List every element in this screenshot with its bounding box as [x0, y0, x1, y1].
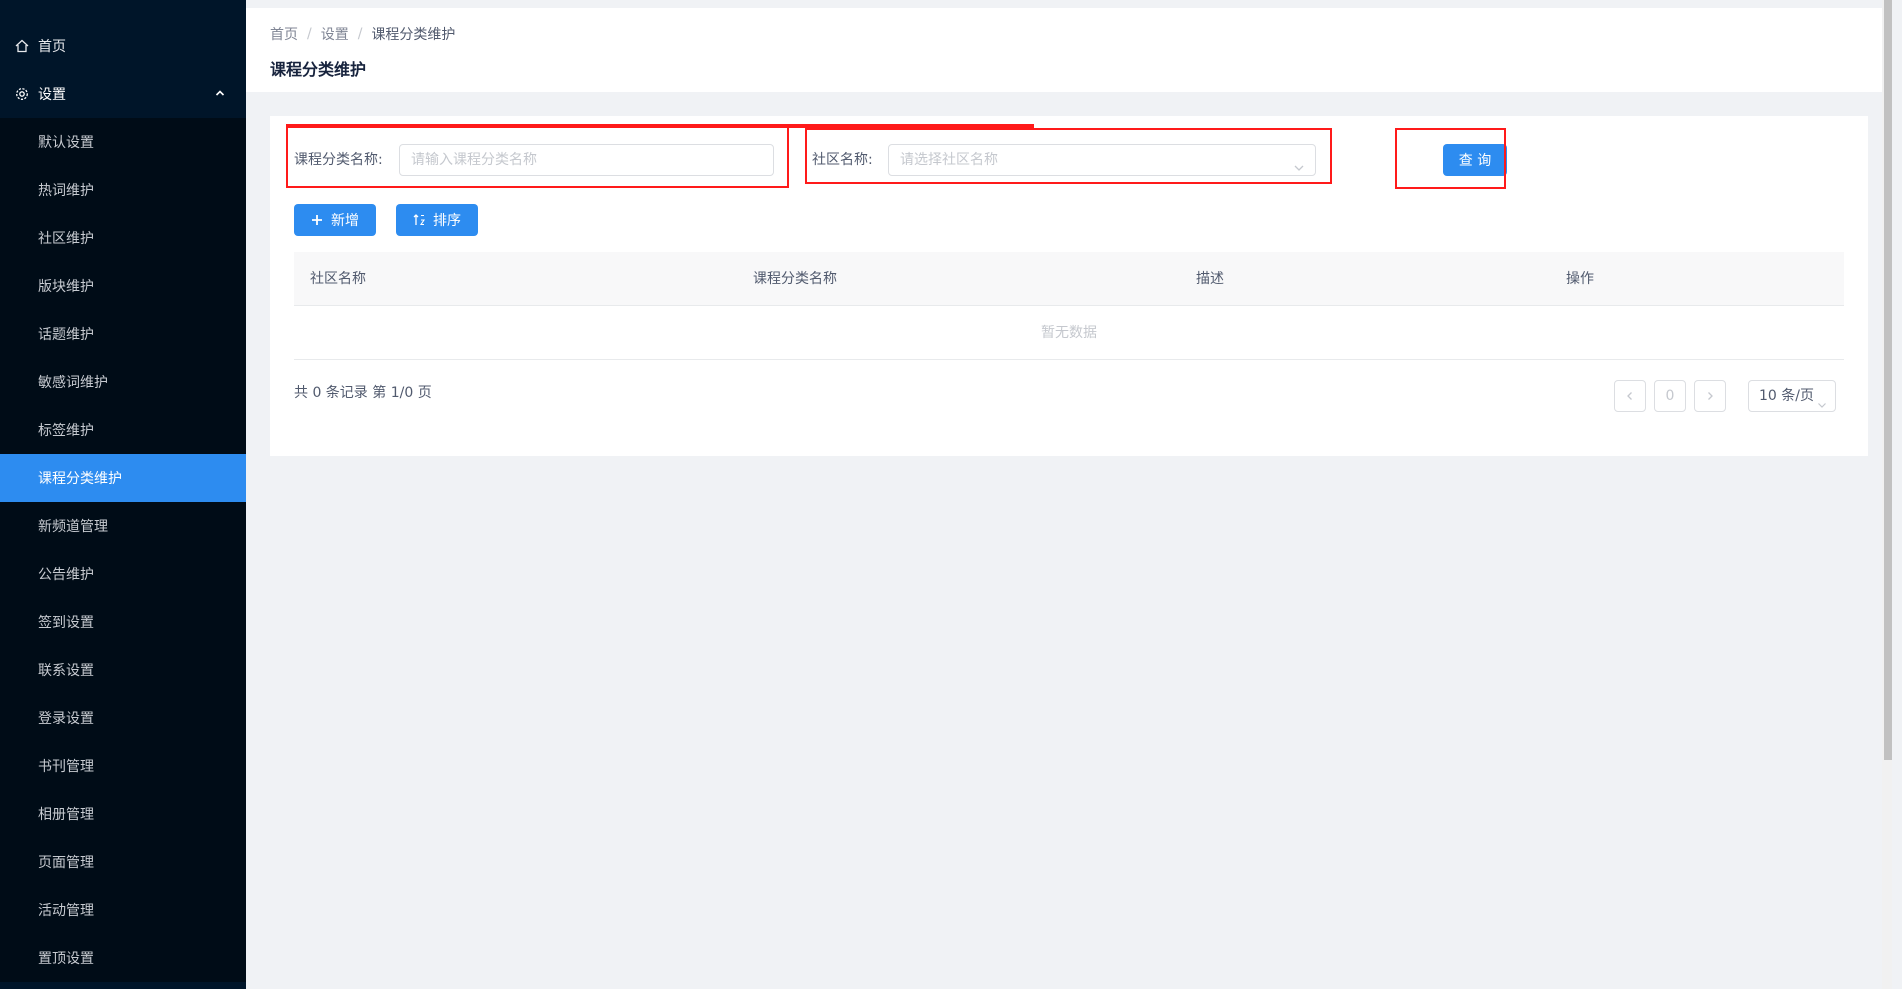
sort-button-label: 排序: [433, 213, 461, 229]
sidebar-item-hot-words[interactable]: 热词维护: [0, 166, 246, 214]
column-category-name: 课程分类名称: [753, 271, 837, 287]
category-name-label: 课程分类名称:: [294, 152, 383, 168]
sidebar: 首页 设置 默认设置 热词维护 社区维护 版块维护 话题维护 敏感词维护 标签维…: [0, 0, 246, 989]
sidebar-item-label: 书刊管理: [38, 759, 94, 775]
column-community-name: 社区名称: [310, 271, 366, 287]
sidebar-item-topic[interactable]: 话题维护: [0, 310, 246, 358]
chevron-down-icon: [1817, 391, 1827, 408]
pagination: 0: [1614, 380, 1734, 412]
sidebar-group-label: 设置: [38, 87, 66, 103]
sort-icon: [413, 214, 425, 226]
sidebar-item-label: 新频道管理: [38, 519, 108, 535]
sidebar-item-label: 登录设置: [38, 711, 94, 727]
sidebar-item-activities[interactable]: 活动管理: [0, 886, 246, 934]
breadcrumb-separator: /: [307, 26, 312, 42]
sidebar-item-contact[interactable]: 联系设置: [0, 646, 246, 694]
breadcrumb: 首页 / 设置 / 课程分类维护: [270, 24, 455, 44]
sidebar-item-label: 置顶设置: [38, 951, 94, 967]
sidebar-item-label: 版块维护: [38, 279, 94, 295]
category-table: 社区名称 课程分类名称 描述 操作 暂无数据: [294, 252, 1844, 360]
plus-icon: [311, 214, 323, 226]
sidebar-item-announcement[interactable]: 公告维护: [0, 550, 246, 598]
table-header: 社区名称 课程分类名称 描述 操作: [294, 252, 1844, 306]
gear-icon: [14, 86, 30, 102]
sidebar-item-default-settings[interactable]: 默认设置: [0, 118, 246, 166]
community-name-placeholder: 请选择社区名称: [900, 152, 998, 168]
sidebar-item-label: 签到设置: [38, 615, 94, 631]
sidebar-item-community[interactable]: 社区维护: [0, 214, 246, 262]
breadcrumb-current: 课程分类维护: [371, 27, 456, 43]
sidebar-item-albums[interactable]: 相册管理: [0, 790, 246, 838]
chevron-left-icon: [1627, 392, 1632, 400]
sidebar-item-label: 活动管理: [38, 903, 94, 919]
sidebar-item-label: 首页: [38, 39, 66, 55]
add-button-label: 新增: [331, 213, 359, 229]
page-title: 课程分类维护: [270, 60, 367, 79]
current-page-button[interactable]: 0: [1654, 380, 1686, 412]
sidebar-item-label: 联系设置: [38, 663, 94, 679]
sidebar-item-label: 热词维护: [38, 183, 94, 199]
chevron-up-icon: [214, 87, 228, 101]
sidebar-item-books[interactable]: 书刊管理: [0, 742, 246, 790]
home-icon: [14, 38, 30, 54]
sidebar-item-new-channel[interactable]: 新频道管理: [0, 502, 246, 550]
page-size-value: 10 条/页: [1759, 388, 1814, 404]
sidebar-item-label: 敏感词维护: [38, 375, 108, 391]
page-header: 首页 / 设置 / 课程分类维护 课程分类维护: [246, 8, 1892, 92]
sidebar-item-label: 社区维护: [38, 231, 94, 247]
chevron-right-icon: [1708, 392, 1713, 400]
sidebar-item-home[interactable]: 首页: [0, 22, 246, 70]
sidebar-item-label: 默认设置: [38, 135, 94, 151]
scrollbar-thumb[interactable]: [1884, 0, 1892, 760]
sidebar-item-label: 标签维护: [38, 423, 94, 439]
column-description: 描述: [1196, 271, 1224, 287]
filter-form: 课程分类名称: 请输入课程分类名称 社区名称: 请选择社区名称 查 询: [294, 144, 1854, 176]
current-page-number: 0: [1665, 388, 1675, 404]
sidebar-item-tags[interactable]: 标签维护: [0, 406, 246, 454]
sidebar-item-login[interactable]: 登录设置: [0, 694, 246, 742]
community-name-select[interactable]: 请选择社区名称: [888, 144, 1316, 176]
pagination-summary: 共 0 条记录 第 1/0 页: [294, 385, 432, 401]
sidebar-item-checkin[interactable]: 签到设置: [0, 598, 246, 646]
add-button[interactable]: 新增: [294, 204, 376, 236]
empty-text: 暂无数据: [1041, 325, 1097, 341]
sidebar-item-label: 课程分类维护: [38, 471, 122, 487]
chevron-down-icon: [1293, 155, 1305, 171]
sidebar-item-pages[interactable]: 页面管理: [0, 838, 246, 886]
breadcrumb-separator: /: [357, 26, 363, 42]
sidebar-item-pinned[interactable]: 置顶设置: [0, 934, 246, 982]
breadcrumb-home[interactable]: 首页: [270, 24, 298, 44]
next-page-button[interactable]: [1694, 380, 1726, 412]
query-button[interactable]: 查 询: [1443, 144, 1507, 176]
sidebar-item-label: 相册管理: [38, 807, 94, 823]
breadcrumb-settings[interactable]: 设置: [321, 24, 349, 44]
category-name-placeholder: 请输入课程分类名称: [411, 152, 537, 168]
sidebar-item-label: 话题维护: [38, 327, 94, 343]
community-name-label: 社区名称:: [812, 152, 873, 168]
sidebar-submenu: 默认设置 热词维护 社区维护 版块维护 话题维护 敏感词维护 标签维护 课程分类…: [0, 118, 246, 982]
sort-button[interactable]: 排序: [396, 204, 478, 236]
sidebar-item-label: 公告维护: [38, 567, 94, 583]
sidebar-item-label: 页面管理: [38, 855, 94, 871]
sidebar-item-course-category[interactable]: 课程分类维护: [0, 454, 246, 502]
page-size-select[interactable]: 10 条/页: [1748, 380, 1836, 412]
query-button-label: 查 询: [1458, 153, 1492, 169]
column-actions: 操作: [1566, 271, 1594, 287]
main-content: 首页 / 设置 / 课程分类维护 课程分类维护 课程分类名称: 请输入课程分类名…: [246, 0, 1892, 989]
sidebar-group-settings[interactable]: 设置: [0, 70, 246, 118]
prev-page-button[interactable]: [1614, 380, 1646, 412]
content-card: 课程分类名称: 请输入课程分类名称 社区名称: 请选择社区名称 查 询 新增 排…: [270, 116, 1868, 456]
sidebar-item-board[interactable]: 版块维护: [0, 262, 246, 310]
sidebar-item-sensitive-words[interactable]: 敏感词维护: [0, 358, 246, 406]
table-empty-row: 暂无数据: [294, 306, 1844, 360]
category-name-input[interactable]: 请输入课程分类名称: [399, 144, 774, 176]
